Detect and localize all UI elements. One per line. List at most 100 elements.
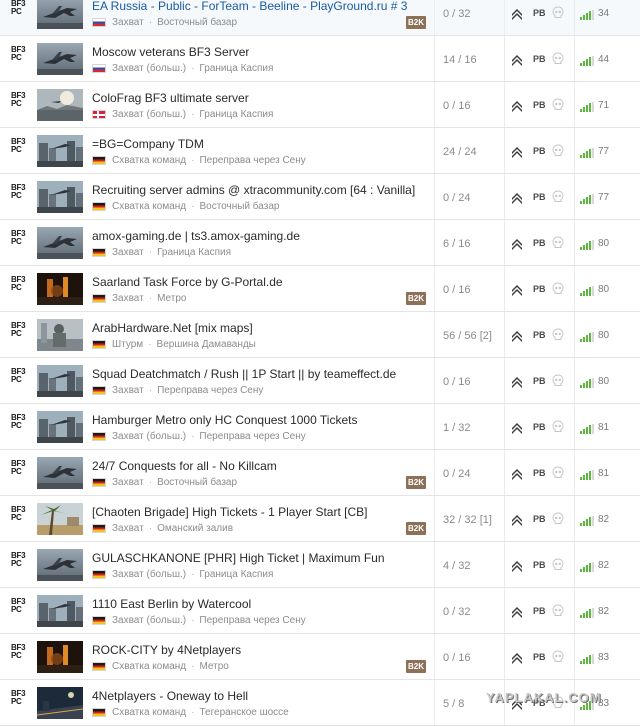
separator-dot: · xyxy=(148,17,153,28)
map-thumbnail xyxy=(37,0,83,29)
server-row[interactable]: BF3 PC EA Russia - Public - ForTeam - Beel… xyxy=(0,0,640,36)
column-divider xyxy=(434,174,435,219)
column-divider xyxy=(574,358,575,403)
column-divider xyxy=(504,496,505,541)
server-row[interactable]: BF3 PC Moscow veterans BF3 Server Захват (б… xyxy=(0,36,640,82)
skull-icon xyxy=(552,144,564,162)
server-name[interactable]: 1110 East Berlin by Watercool xyxy=(92,597,251,611)
server-row[interactable]: BF3 PC Saarland Task Force by G-Portal.de З… xyxy=(0,266,640,312)
server-name[interactable]: amox-gaming.de | ts3.amox-gaming.de xyxy=(92,229,300,243)
column-divider xyxy=(574,266,575,311)
separator-dot: · xyxy=(148,477,153,488)
server-name[interactable]: EA Russia - Public - ForTeam - Beeline -… xyxy=(92,0,407,13)
country-flag-icon xyxy=(92,708,106,717)
map-thumbnail xyxy=(37,457,83,489)
rank-chevron-icon xyxy=(511,99,523,117)
map-name: Граница Каспия xyxy=(199,109,274,120)
server-meta: Схватка команд · Восточный базар xyxy=(92,201,279,212)
player-count: 32 / 32 [1] xyxy=(443,514,492,526)
rank-chevron-icon xyxy=(511,513,523,531)
ping-signal-icon xyxy=(580,53,596,71)
server-meta: Захват (больш.) · Граница Каспия xyxy=(92,569,273,580)
map-thumbnail xyxy=(37,365,83,397)
rank-chevron-icon xyxy=(511,191,523,209)
map-thumbnail xyxy=(37,687,83,719)
country-flag-icon xyxy=(92,248,106,257)
server-name[interactable]: Hamburger Metro only HC Conquest 1000 Ti… xyxy=(92,413,357,427)
server-row[interactable]: BF3 PC Hamburger Metro only HC Conquest 10… xyxy=(0,404,640,450)
punkbuster-label: PB xyxy=(533,376,546,386)
punkbuster-label: PB xyxy=(533,284,546,294)
ping-signal-icon xyxy=(580,467,596,485)
server-row[interactable]: BF3 PC ROCK-CITY by 4Netplayers Схватка ком… xyxy=(0,634,640,680)
column-divider xyxy=(574,450,575,495)
server-row[interactable]: BF3 PC =BG=Company TDM Схватка команд · Переп… xyxy=(0,128,640,174)
punkbuster-label: PB xyxy=(533,606,546,616)
b2k-badge: B2K xyxy=(406,476,427,489)
server-name[interactable]: ROCK-CITY by 4Netplayers xyxy=(92,643,241,657)
server-name[interactable]: Saarland Task Force by G-Portal.de xyxy=(92,275,283,289)
server-name[interactable]: GULASCHKANONE [PHR] High Ticket | Maximu… xyxy=(92,551,385,565)
ping-signal-icon xyxy=(580,375,596,393)
column-divider xyxy=(574,312,575,357)
ping-signal-icon xyxy=(580,99,596,117)
separator-dot: · xyxy=(191,109,195,120)
server-name[interactable]: Squad Deatchmatch / Rush || 1P Start || … xyxy=(92,367,396,381)
column-divider xyxy=(504,588,505,633)
game-badge-platform: PC xyxy=(11,467,22,476)
server-name[interactable]: [Chaoten Brigade] High Tickets - 1 Playe… xyxy=(92,505,367,519)
column-divider xyxy=(504,174,505,219)
server-row[interactable]: BF3 PC amox-gaming.de | ts3.amox-gaming.de… xyxy=(0,220,640,266)
column-divider xyxy=(434,266,435,311)
country-flag-icon xyxy=(92,386,106,395)
game-badge: BF3 PC xyxy=(11,184,31,200)
column-divider xyxy=(504,0,505,35)
game-mode: Захват xyxy=(112,523,144,534)
game-mode: Схватка команд xyxy=(112,155,187,166)
separator-dot: · xyxy=(191,201,195,212)
player-count: 0 / 32 xyxy=(443,8,471,20)
column-divider xyxy=(434,358,435,403)
ping-signal-icon xyxy=(580,145,596,163)
game-badge: BF3 PC xyxy=(11,322,31,338)
punkbuster-label: PB xyxy=(533,192,546,202)
server-row[interactable]: BF3 PC Squad Deatchmatch / Rush || 1P Star… xyxy=(0,358,640,404)
game-badge: BF3 PC xyxy=(11,368,31,384)
game-badge-platform: PC xyxy=(11,283,22,292)
punkbuster-label: PB xyxy=(533,8,546,18)
skull-icon xyxy=(552,236,564,254)
server-row[interactable]: BF3 PC Recruiting server admins @ xtracomm… xyxy=(0,174,640,220)
game-badge-platform: PC xyxy=(11,421,22,430)
server-name[interactable]: Recruiting server admins @ xtracommunity… xyxy=(92,183,415,197)
server-meta: Схватка команд · Тегеранское шоссе xyxy=(92,707,289,718)
server-row[interactable]: BF3 PC 1110 East Berlin by Watercool Захват… xyxy=(0,588,640,634)
server-row[interactable]: BF3 PC GULASCHKANONE [PHR] High Ticket | M… xyxy=(0,542,640,588)
server-name[interactable]: ColoFrag BF3 ultimate server xyxy=(92,91,249,105)
ping-signal-icon xyxy=(580,651,596,669)
map-name: Переправа через Сену xyxy=(157,385,264,396)
game-mode: Захват (больш.) xyxy=(112,569,187,580)
server-name[interactable]: Moscow veterans BF3 Server xyxy=(92,45,249,59)
server-name[interactable]: 24/7 Conquests for all - No Killcam xyxy=(92,459,277,473)
server-row[interactable]: BF3 PC [Chaoten Brigade] High Tickets - 1 … xyxy=(0,496,640,542)
server-row[interactable]: BF3 PC ArabHardware.Net [mix maps] Штурм · Ве… xyxy=(0,312,640,358)
server-row[interactable]: BF3 PC 24/7 Conquests for all - No Killcam… xyxy=(0,450,640,496)
server-name[interactable]: ArabHardware.Net [mix maps] xyxy=(92,321,253,335)
server-meta: Штурм · Вершина Дамаванды xyxy=(92,339,256,350)
player-count: 14 / 16 xyxy=(443,54,477,66)
server-name[interactable]: =BG=Company TDM xyxy=(92,137,204,151)
game-badge: BF3 PC xyxy=(11,552,31,568)
column-divider xyxy=(574,542,575,587)
column-divider xyxy=(504,220,505,265)
game-badge: BF3 PC xyxy=(11,414,31,430)
server-list: BF3 PC EA Russia - Public - ForTeam - Beel… xyxy=(0,0,640,726)
country-flag-icon xyxy=(92,202,106,211)
player-count: 0 / 16 xyxy=(443,652,471,664)
server-row[interactable]: BF3 PC ColoFrag BF3 ultimate server Захват … xyxy=(0,82,640,128)
rank-chevron-icon xyxy=(511,375,523,393)
server-name[interactable]: 4Netplayers - Oneway to Hell xyxy=(92,689,248,703)
game-mode: Захват (больш.) xyxy=(112,63,187,74)
column-divider xyxy=(574,174,575,219)
rank-chevron-icon xyxy=(511,53,523,71)
map-name: Вершина Дамаванды xyxy=(156,339,256,350)
